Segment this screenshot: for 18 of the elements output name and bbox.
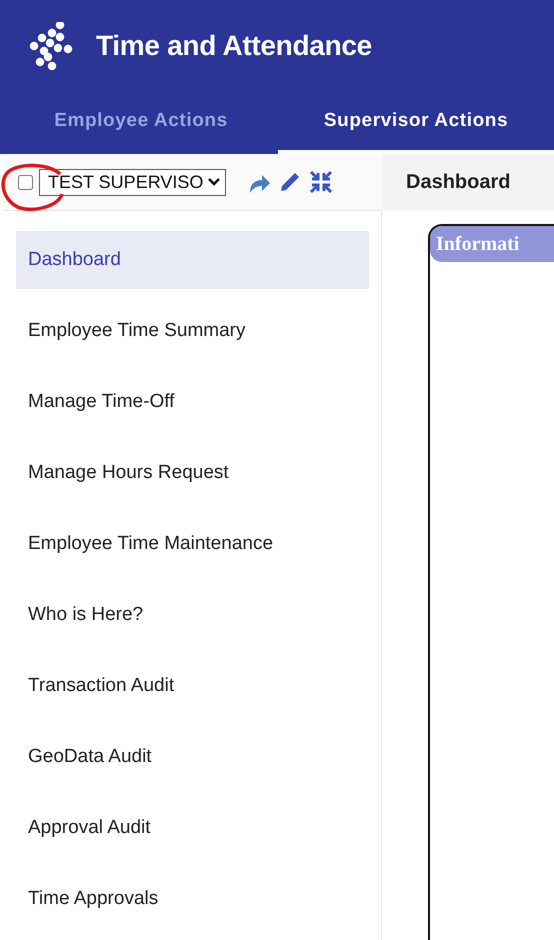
sidebar-item[interactable]: Manage Hours Request	[16, 444, 369, 502]
select-checkbox[interactable]	[18, 174, 33, 190]
panel-title: Informati	[430, 226, 554, 262]
sidebar-item[interactable]: GeoData Audit	[16, 728, 369, 786]
caret-icon	[207, 177, 222, 187]
nav-tab[interactable]: Employee Actions	[4, 92, 278, 154]
sidebar-item[interactable]: Dashboard	[16, 231, 369, 289]
sidebar-item[interactable]: Time Approvals	[16, 870, 369, 928]
sidebar-item[interactable]: Employee Time Summary	[16, 302, 369, 360]
supervisor-select[interactable]: TEST SUPERVISO	[39, 168, 226, 196]
collapse-icon[interactable]	[308, 169, 334, 195]
sidebar-item[interactable]: Employee Time Maintenance	[16, 515, 369, 573]
sidebar-item[interactable]: Approval Audit	[16, 799, 369, 857]
sidebar-item[interactable]: Transaction Audit	[16, 657, 369, 715]
sidebar-item[interactable]: Manage Time-Off	[16, 373, 369, 431]
breadcrumb: Dashboard	[406, 170, 510, 194]
app-title: Time and Attendance	[96, 30, 372, 62]
sidebar-item[interactable]: Who is Here?	[16, 586, 369, 644]
